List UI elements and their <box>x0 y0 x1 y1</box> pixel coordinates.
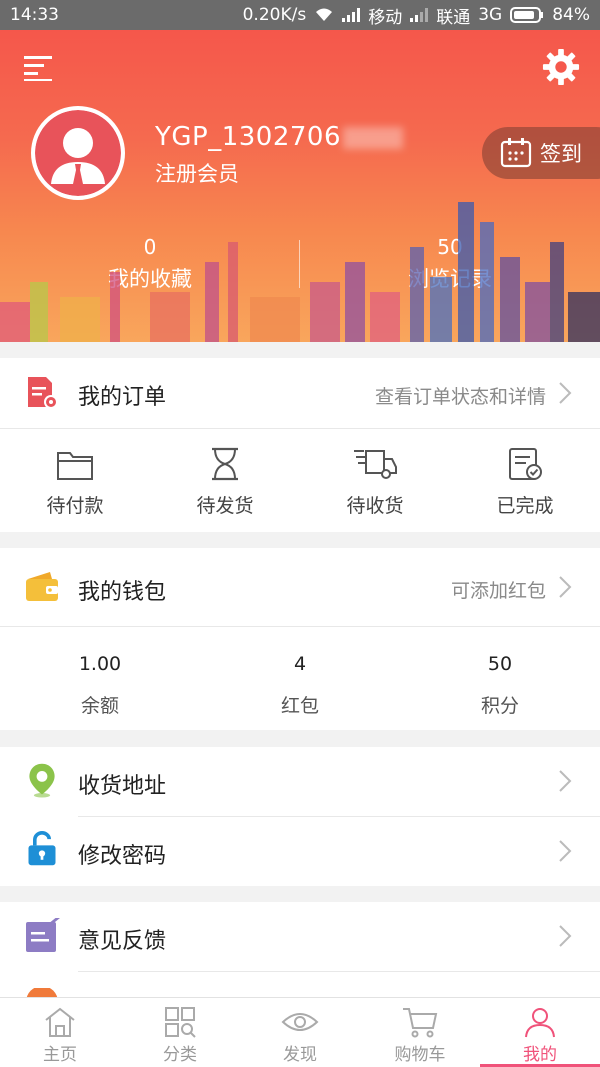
wallet-red-packets[interactable]: 4 红包 <box>200 627 400 718</box>
nav-category-label: 分类 <box>163 1045 197 1065</box>
cart-icon <box>403 1008 438 1038</box>
chevron-right-icon <box>559 925 572 947</box>
member-level: 注册会员 <box>155 162 239 186</box>
hourglass-icon <box>212 447 238 481</box>
my-wallet-row[interactable]: 我的钱包 可添加红包 <box>0 548 600 626</box>
nav-category[interactable]: 分类 <box>120 998 240 1067</box>
signal-icon-2 <box>410 8 429 22</box>
chevron-right-icon <box>559 840 572 862</box>
username-text: YGP_1302706 <box>155 122 342 152</box>
bottom-navigation: 主页 分类 发现 购物车 我的 <box>0 997 600 1067</box>
my-wallet-hint: 可添加红包 <box>450 580 546 602</box>
nav-cart[interactable]: 购物车 <box>360 998 480 1067</box>
feedback-row[interactable]: 意见反馈 <box>0 902 600 971</box>
my-orders-row[interactable]: 我的订单 查看订单状态和详情 <box>0 358 600 428</box>
nav-home-label: 主页 <box>43 1045 77 1065</box>
status-time: 14:33 <box>10 5 59 25</box>
red-packets-label: 红包 <box>280 695 319 717</box>
balance-value: 1.00 <box>78 653 122 675</box>
my-orders-hint: 查看订单状态和详情 <box>374 386 546 408</box>
home-icon <box>45 1007 75 1037</box>
wallet-icon <box>26 572 58 601</box>
carrier-unicom: 联通 <box>436 7 471 28</box>
profile-header: YGP_1302706 注册会员 签到 0 我的收藏 50 浏览记录 <box>0 30 600 342</box>
nav-mine-label: 我的 <box>523 1045 557 1065</box>
order-pending-payment-label: 待付款 <box>46 495 104 517</box>
signin-label: 签到 <box>540 142 582 166</box>
chevron-right-icon <box>559 770 572 792</box>
nav-cart-label: 购物车 <box>394 1045 446 1065</box>
wallet-section: 我的钱包 可添加红包 1.00 余额 4 红包 50 积分 <box>0 548 600 730</box>
category-icon <box>165 1007 196 1038</box>
feedback-section: 意见反馈 <box>0 902 600 1002</box>
order-status-grid: 待付款 待发货 待收货 已完成 <box>0 429 600 532</box>
order-pending-shipment-label: 待发货 <box>196 495 254 517</box>
shipping-address-row[interactable]: 收货地址 <box>0 747 600 816</box>
eye-icon <box>281 1013 319 1031</box>
order-pending-payment[interactable]: 待付款 <box>0 429 150 518</box>
order-completed[interactable]: 已完成 <box>450 429 600 518</box>
shipping-address-title: 收货地址 <box>78 774 167 799</box>
order-completed-label: 已完成 <box>496 495 554 517</box>
network-speed: 0.20K/s <box>242 5 307 25</box>
avatar[interactable] <box>31 106 125 200</box>
nav-mine[interactable]: 我的 <box>480 998 600 1067</box>
menu-icon[interactable] <box>24 52 54 82</box>
city-skyline-decoration <box>0 202 600 342</box>
wallet-stats-grid: 1.00 余额 4 红包 50 积分 <box>0 627 600 730</box>
folder-icon <box>57 452 93 480</box>
order-list-icon <box>28 377 58 409</box>
change-password-title: 修改密码 <box>78 844 167 869</box>
checklist-icon <box>509 448 542 480</box>
orders-section: 我的订单 查看订单状态和详情 待付款 待发货 待收货 已完成 <box>0 358 600 532</box>
signin-button[interactable]: 签到 <box>482 127 600 179</box>
points-value: 50 <box>487 653 513 675</box>
battery-level: 84% <box>552 5 590 25</box>
signal-icon <box>342 8 361 22</box>
chevron-right-icon <box>559 382 572 404</box>
username: YGP_1302706 <box>155 122 404 152</box>
location-pin-icon <box>29 763 55 798</box>
my-wallet-title: 我的钱包 <box>78 580 167 605</box>
battery-icon <box>510 7 544 23</box>
status-bar: 14:33 0.20K/s 移动 联通 3G 84% <box>0 0 600 30</box>
wallet-points[interactable]: 50 积分 <box>400 627 600 718</box>
user-avatar-icon <box>35 110 121 196</box>
carrier-mobile: 移动 <box>368 7 403 28</box>
nav-home[interactable]: 主页 <box>0 998 120 1067</box>
divider <box>78 971 600 972</box>
user-icon <box>525 1008 555 1038</box>
order-pending-receipt-label: 待收货 <box>346 495 404 517</box>
balance-label: 余额 <box>80 695 119 717</box>
wallet-balance[interactable]: 1.00 余额 <box>0 627 200 718</box>
change-password-row[interactable]: 修改密码 <box>0 817 600 886</box>
truck-icon <box>354 450 397 479</box>
account-settings-section: 收货地址 修改密码 <box>0 747 600 886</box>
network-type: 3G <box>478 5 503 25</box>
feedback-edit-icon <box>26 918 60 952</box>
chevron-right-icon <box>559 576 572 598</box>
redacted-username-part <box>343 126 404 149</box>
points-label: 积分 <box>480 695 519 717</box>
unlock-icon <box>28 831 56 866</box>
order-pending-receipt[interactable]: 待收货 <box>300 429 450 518</box>
wifi-icon <box>316 8 333 21</box>
order-pending-shipment[interactable]: 待发货 <box>150 429 300 518</box>
red-packets-value: 4 <box>293 653 307 675</box>
feedback-title: 意见反馈 <box>78 929 167 954</box>
my-orders-title: 我的订单 <box>78 385 167 410</box>
gear-icon[interactable] <box>542 48 580 86</box>
nav-discover[interactable]: 发现 <box>240 998 360 1067</box>
nav-discover-label: 发现 <box>283 1045 317 1065</box>
calendar-icon <box>500 138 532 168</box>
